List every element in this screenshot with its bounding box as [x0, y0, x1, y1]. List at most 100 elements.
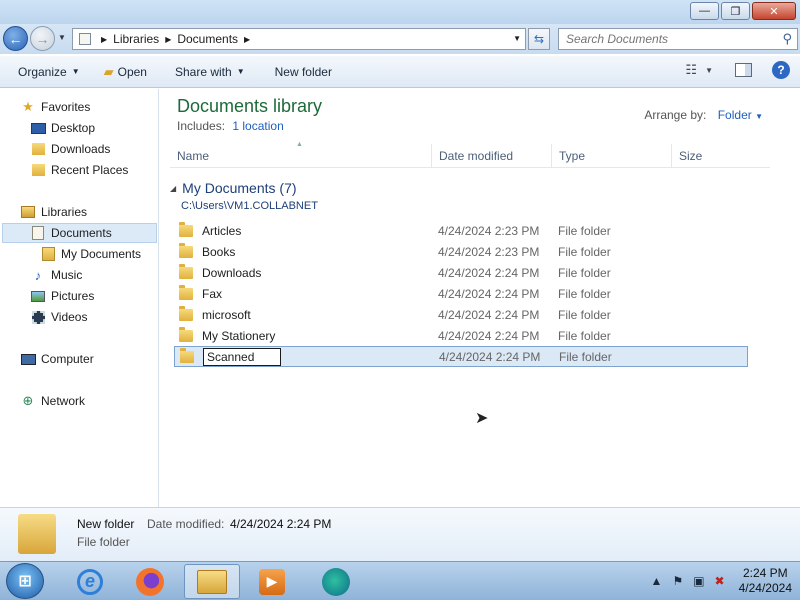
file-row[interactable]: Books 4/24/2024 2:23 PM File folder	[174, 241, 748, 262]
folder-icon	[179, 263, 193, 279]
file-date: 4/24/2024 2:24 PM	[438, 265, 540, 280]
nav-computer[interactable]: Computer	[20, 349, 94, 369]
nav-label: Pictures	[51, 289, 95, 303]
preview-pane-icon[interactable]	[735, 63, 752, 77]
search-icon[interactable]: ⚲	[782, 31, 792, 47]
network-icon: ⊕	[22, 393, 34, 408]
new-folder-button[interactable]: New folder	[267, 60, 340, 84]
file-type: File folder	[558, 223, 611, 238]
includes-location-link[interactable]: 1 location	[232, 119, 283, 133]
nav-music[interactable]: ♪ Music	[30, 265, 83, 285]
file-list-pane: Documents library Includes: 1 location A…	[160, 89, 800, 507]
start-button[interactable]: ⊞	[6, 563, 44, 599]
address-bar[interactable]: ▶ Libraries ▶ Documents ▶ ▼	[72, 28, 526, 50]
arrange-by-dropdown[interactable]: Folder ▼	[718, 108, 763, 122]
file-date: 4/24/2024 2:23 PM	[438, 244, 540, 259]
maximize-button[interactable]: ❐	[721, 2, 750, 20]
nav-documents[interactable]: Documents	[2, 223, 157, 243]
show-hidden-icons-icon[interactable]: ▲	[651, 574, 663, 588]
change-view-icon[interactable]: ☷	[685, 62, 697, 78]
file-row[interactable]: Articles 4/24/2024 2:23 PM File folder	[174, 220, 748, 241]
taskbar-firefox[interactable]	[122, 564, 178, 599]
breadcrumb-separator-icon[interactable]: ▶	[101, 35, 107, 44]
file-row[interactable]: microsoft 4/24/2024 2:24 PM File folder	[174, 304, 748, 325]
folder-icon	[179, 305, 193, 321]
forward-arrow-icon: →	[35, 30, 50, 47]
file-row-selected[interactable]: Scanned 4/24/2024 2:24 PM File folder	[174, 346, 748, 367]
minimize-button[interactable]: —	[690, 2, 719, 20]
folder-icon	[179, 284, 193, 300]
nav-libraries[interactable]: Libraries	[20, 202, 87, 222]
taskbar-windows-explorer[interactable]	[184, 564, 240, 599]
breadcrumb-separator-icon[interactable]: ▶	[165, 35, 171, 44]
taskbar-internet-explorer[interactable]: e	[62, 564, 118, 599]
organize-button[interactable]: Organize ▼	[10, 60, 88, 84]
back-arrow-icon: ←	[8, 30, 23, 47]
file-date: 4/24/2024 2:24 PM	[439, 349, 541, 364]
nav-downloads[interactable]: Downloads	[30, 139, 110, 159]
clock-time: 2:24 PM	[742, 566, 788, 580]
collapse-triangle-icon[interactable]: ◢	[170, 184, 176, 193]
details-pane: New folder Date modified: 4/24/2024 2:24…	[0, 507, 800, 561]
nav-network[interactable]: ⊕ Network	[20, 391, 85, 411]
videos-icon	[30, 310, 46, 324]
breadcrumb-documents[interactable]: Documents	[177, 32, 238, 46]
file-name: Fax	[202, 286, 223, 301]
file-date: 4/24/2024 2:24 PM	[438, 307, 540, 322]
breadcrumb-libraries[interactable]: Libraries	[113, 32, 159, 46]
column-type[interactable]: Type	[551, 144, 671, 168]
search-box[interactable]: ⚲	[558, 28, 798, 50]
taskbar-media-player[interactable]: ▶	[244, 564, 300, 599]
file-type: File folder	[558, 286, 611, 301]
nav-recent-places[interactable]: Recent Places	[30, 160, 128, 180]
column-name[interactable]: Name ▲	[170, 141, 424, 168]
chevron-down-icon: ▼	[71, 67, 80, 76]
new-folder-label: New folder	[274, 64, 332, 79]
back-button[interactable]: ←	[3, 26, 28, 51]
taskbar-edge[interactable]	[308, 564, 364, 599]
group-path: C:\Users\VM1.COLLABNET	[181, 200, 318, 212]
chevron-down-icon[interactable]: ▼	[705, 66, 713, 75]
window-controls: — ❐ ✕	[690, 2, 796, 20]
network-status-icon[interactable]: ▣	[693, 574, 704, 588]
rename-field[interactable]: Scanned	[203, 347, 281, 366]
column-size[interactable]: Size	[671, 144, 751, 168]
details-type: File folder	[77, 535, 130, 549]
clock[interactable]: 2:24 PM 4/24/2024	[739, 566, 792, 596]
forward-button[interactable]: →	[30, 26, 55, 51]
chevron-down-icon: ▼	[755, 112, 763, 121]
file-row[interactable]: Fax 4/24/2024 2:24 PM File folder	[174, 283, 748, 304]
share-with-button[interactable]: Share with ▼	[167, 60, 253, 84]
nav-videos[interactable]: Videos	[30, 307, 87, 327]
close-button[interactable]: ✕	[752, 2, 796, 20]
clock-date: 4/24/2024	[738, 581, 792, 595]
nav-favorites[interactable]: ★ Favorites	[20, 97, 90, 117]
libraries-icon	[20, 205, 36, 219]
address-dropdown-icon[interactable]: ▼	[513, 34, 521, 43]
open-button[interactable]: ▰ Open	[96, 60, 155, 84]
help-icon[interactable]: ?	[772, 61, 790, 79]
action-center-flag-icon[interactable]: ⚑	[672, 574, 683, 588]
nav-desktop[interactable]: Desktop	[30, 118, 95, 138]
volume-muted-icon[interactable]: ✖	[715, 574, 725, 588]
refresh-button[interactable]: ⇆	[528, 28, 550, 50]
recent-pages-dropdown[interactable]: ▼	[58, 33, 66, 42]
nav-label: Videos	[51, 310, 88, 324]
nav-pictures[interactable]: Pictures	[30, 286, 94, 306]
nav-label: Desktop	[51, 121, 96, 135]
breadcrumb-separator-icon[interactable]: ▶	[244, 35, 250, 44]
file-row[interactable]: My Stationery 4/24/2024 2:24 PM File fol…	[174, 325, 748, 346]
edge-icon	[322, 567, 350, 596]
column-date-modified[interactable]: Date modified	[431, 144, 551, 168]
nav-my-documents[interactable]: My Documents	[40, 244, 141, 264]
file-type: File folder	[558, 244, 611, 259]
location-icon	[79, 33, 91, 45]
nav-label: Computer	[41, 352, 94, 366]
group-header[interactable]: ◢ My Documents (7)	[170, 180, 297, 196]
title-bar: — ❐ ✕	[0, 0, 800, 24]
file-name: Books	[202, 244, 236, 259]
search-input[interactable]	[566, 32, 771, 46]
file-row[interactable]: Downloads 4/24/2024 2:24 PM File folder	[174, 262, 748, 283]
details-date-value: 4/24/2024 2:24 PM	[230, 517, 332, 531]
library-title: Documents library	[177, 96, 323, 116]
